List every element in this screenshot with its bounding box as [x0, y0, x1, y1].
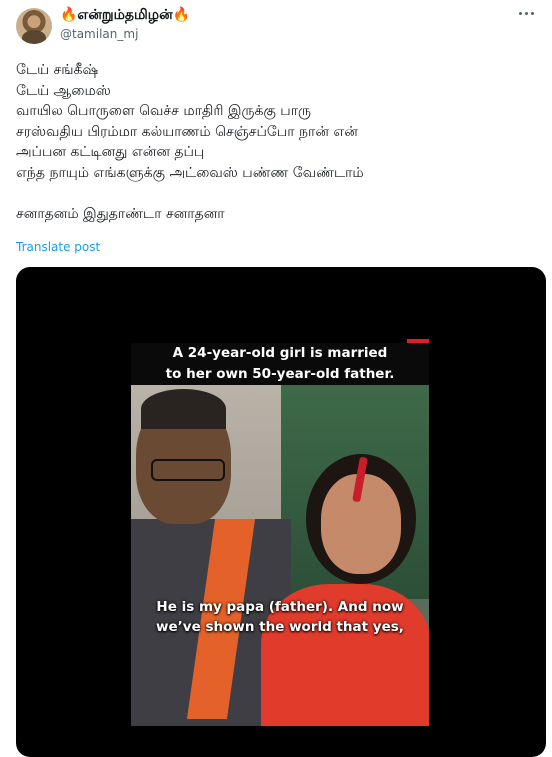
post-line: அப்பன கட்டினது என்ன தப்பு: [16, 144, 205, 161]
post-line: டேய் ஆமைஸ்: [16, 82, 111, 99]
video-caption-top-line: to her own 50-year-old father.: [131, 364, 429, 385]
post-text: டேய் சங்கீஷ் டேய் ஆமைஸ் வாயில பொருளை வெச…: [16, 60, 536, 225]
video-figure-man-hair: [141, 389, 226, 429]
video-caption-bottom-line: He is my papa (father). And now: [156, 599, 404, 615]
avatar[interactable]: [16, 8, 52, 44]
post-line: வாயில பொருளை வெச்ச மாதிரி இருக்கு பாரு: [16, 103, 311, 120]
post-line: சரஸ்வதிய பிரம்மா கல்யாணம் செஞ்சப்போ நான்…: [16, 123, 358, 140]
more-options-icon[interactable]: [519, 12, 534, 15]
video-caption-bottom-line: we’ve shown the world that yes,: [156, 619, 404, 635]
post-line: எந்த நாயும் எங்களுக்கு அட்வைஸ் பண்ண வேண்…: [16, 164, 364, 181]
video-caption-top: A 24-year-old girl is married to her own…: [131, 343, 429, 385]
video-frame[interactable]: A 24-year-old girl is married to her own…: [131, 339, 429, 726]
post-line: சனாதனம் இதுதாண்டா சனாதனா: [16, 206, 225, 223]
display-name[interactable]: 🔥என்றும்தமிழன்🔥: [60, 7, 190, 25]
video-caption-top-line: A 24-year-old girl is married: [131, 343, 429, 364]
video-figure-glasses: [151, 459, 225, 481]
user-handle[interactable]: @tamilan_mj: [60, 27, 138, 41]
translate-post-link[interactable]: Translate post: [16, 240, 100, 254]
video-player[interactable]: A 24-year-old girl is married to her own…: [16, 267, 546, 757]
video-caption-bottom: He is my papa (father). And now we’ve sh…: [131, 597, 429, 637]
post-line: டேய் சங்கீஷ்: [16, 62, 99, 78]
